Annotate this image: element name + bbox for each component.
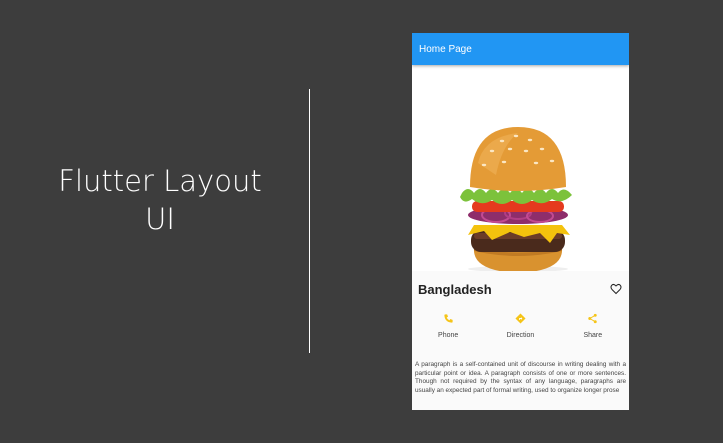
burger-image bbox=[460, 127, 572, 271]
banner-title: Flutter Layout UI bbox=[40, 162, 280, 238]
action-row: Phone Direction Share bbox=[412, 307, 629, 351]
phone-screen: Home Page Bangladesh Phone Direction Sha… bbox=[412, 33, 629, 410]
phone-icon bbox=[444, 314, 453, 323]
direction-action-label: Direction bbox=[506, 332, 535, 339]
direction-action-button[interactable]: Direction bbox=[490, 313, 550, 351]
description-text: A paragraph is a self-contained unit of … bbox=[415, 361, 626, 394]
vertical-divider bbox=[309, 89, 310, 353]
hero-image bbox=[412, 65, 629, 271]
title-row: Bangladesh bbox=[412, 271, 629, 307]
app-bar-title: Home Page bbox=[419, 43, 472, 55]
share-action-label: Share bbox=[583, 332, 603, 339]
heart-outline-icon[interactable] bbox=[610, 283, 622, 295]
share-icon bbox=[588, 313, 598, 324]
direction-icon bbox=[515, 313, 526, 324]
phone-action-button[interactable]: Phone bbox=[418, 313, 478, 351]
app-bar: Home Page bbox=[412, 33, 629, 65]
place-title: Bangladesh bbox=[418, 281, 492, 297]
phone-action-label: Phone bbox=[438, 332, 459, 339]
share-action-button[interactable]: Share bbox=[563, 313, 623, 351]
banner-title-line1: Flutter Layout bbox=[58, 164, 262, 198]
banner-title-line2: UI bbox=[145, 202, 175, 236]
